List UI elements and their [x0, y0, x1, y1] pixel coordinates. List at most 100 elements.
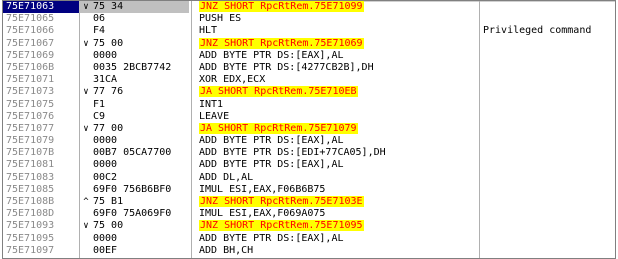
address-cell: 75E71063: [3, 1, 79, 14]
hex-dump-cell: F4: [93, 25, 106, 37]
hex-dump-cell: 77 00: [93, 122, 124, 134]
instruction-text: IMUL ESI,EAX,F06B6B75: [199, 183, 326, 195]
instruction-row[interactable]: 75E7107B 00B7 05CA7700 ADD BYTE PTR DS:[ED…: [3, 147, 615, 159]
hex-dump-cell: 75 00: [93, 220, 124, 232]
hex-dump-cell: 00C2: [93, 171, 118, 183]
address-cell: 75E71076: [6, 110, 55, 122]
hex-dump-cell: 0000: [93, 49, 118, 61]
comment-cell: [479, 123, 615, 135]
comment-cell: [479, 74, 615, 86]
hex-dump-cell: 0000: [93, 135, 118, 147]
instruction-row[interactable]: 75E71077 ∨ 77 00 JA SHORT RpcRtRem.75E71079: [3, 122, 615, 135]
instruction-row[interactable]: 75E71083 00C2 ADD DL,AL: [3, 172, 615, 184]
instruction-row[interactable]: 75E71097 00EF ADD BH,CH: [3, 245, 615, 257]
hex-dump-cell: F1: [93, 98, 106, 110]
address-cell: 75E71079: [6, 135, 55, 147]
comment-cell: [479, 184, 615, 196]
instruction-row[interactable]: 75E71079 0000 ADD BYTE PTR DS:[EAX],AL: [3, 135, 615, 147]
address-cell: 75E71081: [6, 159, 55, 171]
disassembly-pane[interactable]: 75E71063 ∨ 75 34 JNZ SHORT RpcRtRem.75E7109…: [2, 0, 616, 259]
hex-dump-cell: 75 B1: [93, 196, 124, 207]
comment-cell: [479, 196, 615, 208]
address-cell: 75E7108D: [6, 208, 55, 220]
instruction-text: ADD BYTE PTR DS:[EAX],AL: [199, 49, 344, 61]
instruction-text: PUSH ES: [199, 13, 242, 25]
hex-dump-cell: 69F0 756B6BF0: [93, 183, 172, 195]
address-cell: 75E7106B: [6, 61, 55, 73]
hex-dump-cell: 06: [93, 13, 106, 25]
jump-marker: [79, 172, 93, 184]
instruction-text: ADD DL,AL: [199, 171, 254, 183]
instruction-text: ADD BYTE PTR DS:[EDI+77CA05],DH: [199, 147, 386, 159]
disassembly-cell: ADD BYTE PTR DS:[EAX],AL: [199, 159, 487, 171]
jump-marker: [79, 147, 93, 159]
instruction-row[interactable]: 75E71085 69F0 756B6BF0 IMUL ESI,EAX,F06B6B…: [3, 184, 615, 196]
instruction-row[interactable]: 75E71095 0000 ADD BYTE PTR DS:[EAX],AL: [3, 233, 615, 245]
jump-marker: [79, 233, 93, 245]
disassembly-cell: JA SHORT RpcRtRem.75E710EB: [199, 86, 487, 98]
jump-instruction: JNZ SHORT RpcRtRem.75E71069: [199, 37, 364, 49]
instruction-row[interactable]: 75E71067 ∨ 75 00 JNZ SHORT RpcRtRem.75E7106…: [3, 37, 615, 50]
disassembly-cell: JNZ SHORT RpcRtRem.75E7103E: [199, 196, 487, 208]
instruction-row[interactable]: 75E71081 0000 ADD BYTE PTR DS:[EAX],AL: [3, 159, 615, 171]
instruction-row[interactable]: 75E71063 ∨ 75 34 JNZ SHORT RpcRtRem.75E7109…: [3, 1, 615, 14]
address-cell: 75E71083: [6, 171, 55, 183]
comment-cell: [479, 208, 615, 220]
disassembly-cell: IMUL ESI,EAX,F06B6B75: [199, 184, 487, 196]
instruction-row[interactable]: 75E71073 ∨ 77 76 JA SHORT RpcRtRem.75E710EB: [3, 86, 615, 98]
jump-marker: ∨: [83, 123, 89, 134]
comment-cell: [479, 111, 615, 123]
comment-cell: Privileged command: [483, 25, 592, 37]
hex-dump-cell: 31CA: [93, 74, 118, 86]
hex-dump-cell: C9: [93, 110, 106, 122]
instruction-text: LEAVE: [199, 110, 230, 122]
instruction-row[interactable]: 75E71066 F4 HLT Privileged command: [3, 25, 615, 37]
hex-dump-cell: 69F0 75A069F0: [93, 208, 172, 220]
instruction-text: IMUL ESI,EAX,F069A075: [199, 208, 326, 220]
disassembly-cell: ADD BYTE PTR DS:[EAX],AL: [199, 50, 487, 62]
jump-marker: ∨: [83, 87, 89, 98]
comment-cell: [479, 99, 615, 111]
disassembly-cell: HLT: [199, 25, 487, 37]
instruction-text: ADD BYTE PTR DS:[EAX],AL: [199, 159, 344, 171]
jump-marker: [79, 74, 93, 86]
hex-dump-cell: 0000: [93, 159, 118, 171]
instruction-row[interactable]: 75E71075 F1 INT1: [3, 99, 615, 111]
comment-cell: [479, 220, 615, 232]
jump-marker: ∨: [79, 1, 93, 14]
instruction-row[interactable]: 75E7108B ^ 75 B1 JNZ SHORT RpcRtRem.75E7103…: [3, 196, 615, 208]
instruction-text: ADD BH,CH: [199, 244, 254, 256]
instruction-row[interactable]: 75E71076 C9 LEAVE: [3, 111, 615, 123]
comment-cell: [479, 50, 615, 62]
address-cell: 75E71065: [6, 13, 55, 25]
jump-marker: [79, 245, 93, 257]
instruction-row[interactable]: 75E71069 0000 ADD BYTE PTR DS:[EAX],AL: [3, 50, 615, 62]
instruction-row[interactable]: 75E71071 31CA XOR EDX,ECX: [3, 74, 615, 86]
jump-instruction: JNZ SHORT RpcRtRem.75E71095: [199, 220, 364, 232]
disassembly-cell: ADD BH,CH: [199, 245, 487, 257]
comment-cell: [479, 135, 615, 147]
comment-cell: [479, 245, 615, 257]
hex-dump-cell: 77 76: [93, 86, 124, 98]
comment-cell: [479, 147, 615, 159]
disassembly-cell: ADD BYTE PTR DS:[EAX],AL: [199, 233, 487, 245]
address-cell: 75E71071: [6, 74, 55, 86]
instruction-row[interactable]: 75E7108D 69F0 75A069F0 IMUL ESI,EAX,F069A0…: [3, 208, 615, 220]
jump-marker: ∨: [83, 221, 89, 232]
comment-cell: [479, 1, 615, 13]
jump-marker: [79, 159, 93, 171]
instruction-row[interactable]: 75E71065 06 PUSH ES: [3, 13, 615, 25]
instruction-row[interactable]: 75E7106B 0035 2BCB7742 ADD BYTE PTR DS:[42…: [3, 62, 615, 74]
instruction-row[interactable]: 75E71093 ∨ 75 00 JNZ SHORT RpcRtRem.75E7109…: [3, 220, 615, 232]
address-cell: 75E71066: [6, 25, 55, 37]
disassembly-cell: JNZ SHORT RpcRtRem.75E71069: [199, 37, 487, 50]
jump-instruction: JA SHORT RpcRtRem.75E710EB: [199, 86, 358, 98]
jump-marker: [79, 111, 93, 123]
jump-marker: [79, 62, 93, 74]
jump-marker: [79, 184, 93, 196]
jump-marker: [79, 99, 93, 111]
disassembly-cell: JA SHORT RpcRtRem.75E71079: [199, 122, 487, 135]
hex-dump-cell: 00B7 05CA7700: [93, 147, 172, 159]
address-cell: 75E71097: [6, 244, 55, 256]
jump-marker: [79, 13, 93, 25]
